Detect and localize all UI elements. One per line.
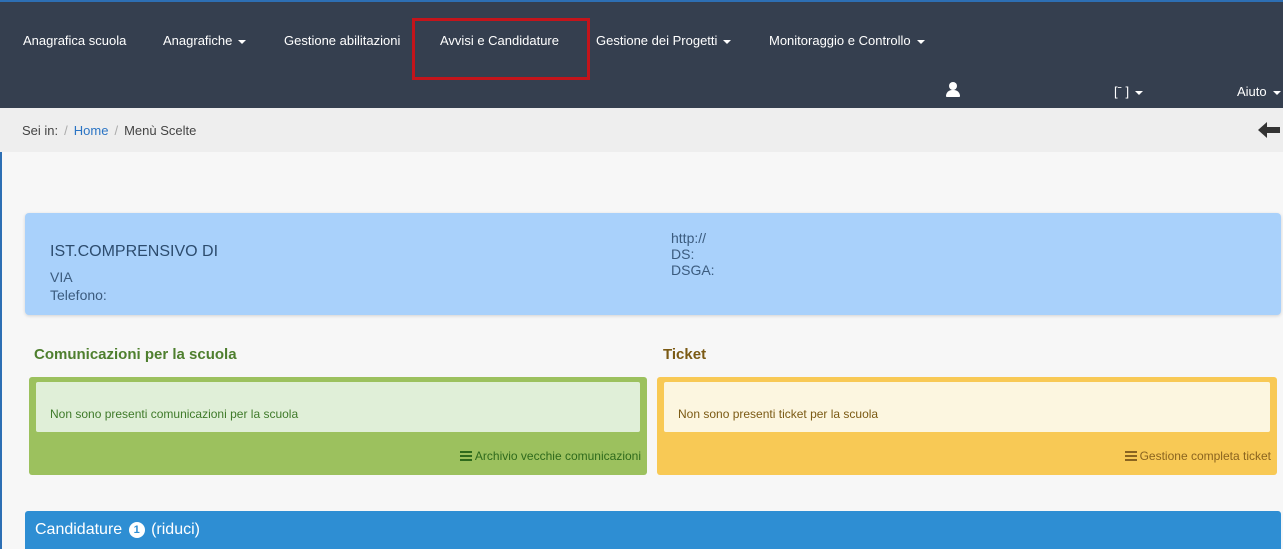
candidature-heading: Candidature 1 (riduci) [35, 521, 200, 539]
candidature-panel-header: Candidature 1 (riduci) [25, 511, 1281, 549]
candidature-title: Candidature [35, 521, 123, 538]
communications-title: Comunicazioni per la scuola [34, 346, 237, 363]
school-dsga: DSGA: [671, 262, 715, 278]
nav-label: Gestione dei Progetti [596, 33, 718, 48]
breadcrumb-prefix: Sei in: [22, 123, 59, 138]
nav-label: Anagrafiche [163, 33, 233, 48]
caret-down-icon [1272, 90, 1281, 95]
nav-monitoraggio-controllo[interactable]: Monitoraggio e Controllo [769, 33, 925, 48]
nav-gestione-abilitazioni[interactable]: Gestione abilitazioni [284, 33, 400, 48]
caret-down-icon [238, 39, 247, 44]
school-name: IST.COMPRENSIVO DI [50, 243, 219, 260]
ticket-message-box: Non sono presenti ticket per la scuola [664, 382, 1270, 432]
breadcrumb: Sei in: / Home / Menù Scelte [0, 108, 1283, 152]
ticket-title: Ticket [663, 346, 707, 363]
school-ds: DS: [671, 246, 695, 262]
highlight-box [412, 18, 590, 80]
school-info-panel: IST.COMPRENSIVO DI VIA Telefono: http://… [25, 213, 1281, 315]
ticket-box: Non sono presenti ticket per la scuola G… [657, 377, 1277, 475]
back-arrow-icon[interactable] [1258, 122, 1280, 138]
breadcrumb-current: Menù Scelte [124, 123, 197, 138]
caret-down-icon [1135, 90, 1144, 95]
breadcrumb-home-link[interactable]: Home [74, 123, 109, 138]
school-address: VIA [50, 269, 73, 285]
nav-gestione-progetti[interactable]: Gestione dei Progetti [596, 33, 732, 48]
help-label: Aiuto [1237, 84, 1267, 99]
list-icon [1124, 451, 1137, 461]
nav-label: Gestione abilitazioni [284, 33, 401, 48]
list-icon [459, 451, 472, 461]
user-icon[interactable] [946, 82, 960, 98]
communications-message-box: Non sono presenti comunicazioni per la s… [36, 382, 640, 432]
help-menu[interactable]: Aiuto [1237, 84, 1281, 99]
archive-link[interactable]: Archivio vecchie comunicazioni [459, 449, 641, 463]
school-website: http:// [671, 230, 707, 246]
collapse-toggle[interactable]: (riduci) [151, 521, 200, 538]
breadcrumb-trail: Sei in: / Home / Menù Scelte [22, 123, 197, 138]
caret-down-icon [916, 39, 925, 44]
communications-box: Non sono presenti comunicazioni per la s… [29, 377, 647, 475]
candidature-count-badge: 1 [128, 522, 145, 538]
ticket-manage-label: Gestione completa ticket [1139, 449, 1271, 463]
communications-message: Non sono presenti comunicazioni per la s… [50, 407, 299, 421]
ticket-manage-link[interactable]: Gestione completa ticket [1124, 449, 1271, 463]
nav-label: Monitoraggio e Controllo [769, 33, 911, 48]
user-menu[interactable]: [ˉ ] [1114, 84, 1144, 99]
archive-link-label: Archivio vecchie comunicazioni [474, 449, 641, 463]
nav-anagrafiche[interactable]: Anagrafiche [163, 33, 247, 48]
nav-anagrafica-scuola[interactable]: Anagrafica scuola [23, 33, 126, 48]
ticket-message: Non sono presenti ticket per la scuola [678, 407, 879, 421]
top-navbar: Anagrafica scuola Anagrafiche Gestione a… [0, 0, 1283, 108]
user-menu-label: [ˉ ] [1114, 84, 1130, 99]
nav-label: Anagrafica scuola [23, 33, 127, 48]
caret-down-icon [723, 39, 732, 44]
school-phone: Telefono: [50, 287, 107, 303]
